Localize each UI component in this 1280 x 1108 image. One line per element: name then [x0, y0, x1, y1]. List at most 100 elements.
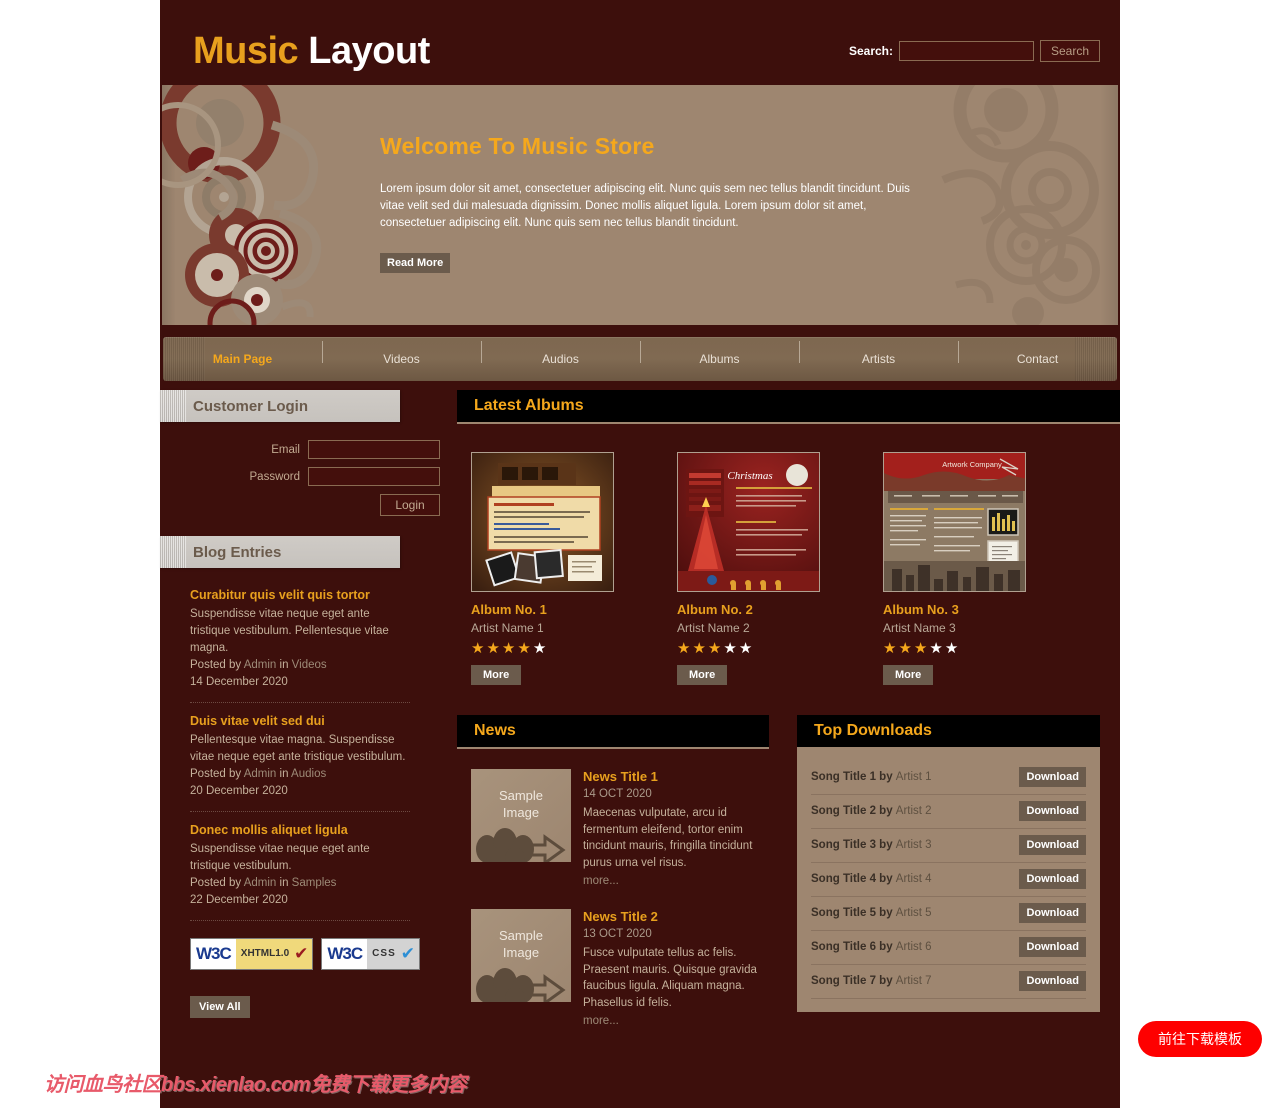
nav-item-albums[interactable]: Albums	[640, 341, 799, 366]
blog-entries-list: Curabitur quis velit quis tortor Suspend…	[160, 568, 410, 921]
download-title: Song Title 3 by Artist 3	[811, 839, 932, 851]
album-name[interactable]: Album No. 2	[677, 602, 820, 617]
blog-entry-desc: Suspendisse vitae neque eget ante tristi…	[190, 608, 389, 654]
page-root: Music Layout Search: Search Welcome To M…	[0, 0, 1280, 1108]
news-thumbnail[interactable]: Sample Image	[471, 769, 571, 862]
nav-item-audios[interactable]: Audios	[481, 341, 640, 366]
blog-entry-date: 14 December 2020	[190, 676, 288, 688]
news-title[interactable]: News Title 2	[583, 909, 769, 924]
album-name[interactable]: Album No. 3	[883, 602, 1026, 617]
download-button[interactable]: Download	[1019, 971, 1086, 991]
rating-stars: ★★★★★	[677, 641, 820, 656]
star-icon: ★	[692, 640, 708, 657]
in-word: in	[276, 659, 292, 671]
read-more-button[interactable]: Read More	[380, 253, 451, 273]
album-more-button[interactable]: More	[677, 665, 728, 685]
main-navigation: Main Page Videos Audios Albums Artists C…	[163, 337, 1117, 381]
blog-entry-category[interactable]: Audios	[291, 768, 326, 780]
news-thumb-line1: Sample	[498, 928, 544, 943]
download-button[interactable]: Download	[1019, 801, 1086, 821]
login-button[interactable]: Login	[380, 494, 440, 516]
news-thumbnail[interactable]: Sample Image	[471, 909, 571, 1002]
news-date: 14 OCT 2020	[583, 788, 652, 800]
news-more-link[interactable]: more...	[583, 875, 619, 887]
song-title: Song Title 6	[811, 941, 876, 953]
news-thumb-line2: Image	[502, 805, 540, 820]
nav-item-artists[interactable]: Artists	[799, 341, 958, 366]
nav-item-contact[interactable]: Contact	[958, 341, 1117, 366]
blog-entry-category[interactable]: Videos	[292, 659, 327, 671]
lower-content-row: News Sample Image News Title 1 14 OCT 20…	[457, 685, 1120, 1029]
top-downloads-heading: Top Downloads	[797, 715, 1100, 749]
download-template-cta-button[interactable]: 前往下载模板	[1138, 1021, 1262, 1057]
download-button[interactable]: Download	[1019, 835, 1086, 855]
table-row: Song Title 5 by Artist 5 Download	[811, 897, 1086, 931]
search-box: Search: Search	[849, 40, 1100, 62]
by-word: by	[875, 805, 896, 817]
blog-entry-title[interactable]: Duis vitae velit sed dui	[190, 714, 410, 728]
star-icon: ★	[471, 640, 487, 657]
email-row: Email	[160, 440, 440, 459]
w3c-xhtml-badge-icon[interactable]: W3C XHTML 1.0 ✔	[190, 938, 314, 970]
site-header: Music Layout Search: Search	[160, 0, 1120, 85]
blog-entry-author[interactable]: Admin	[244, 659, 277, 671]
song-title: Song Title 2	[811, 805, 876, 817]
nav-item-videos[interactable]: Videos	[322, 341, 481, 366]
album-artist: Artist Name 1	[471, 621, 544, 635]
w3c-css-badge-icon[interactable]: W3C CSS ✔	[321, 938, 420, 970]
table-row: Song Title 7 by Artist 7 Download	[811, 965, 1086, 999]
download-title: Song Title 6 by Artist 6	[811, 941, 932, 953]
album-more-button[interactable]: More	[471, 665, 522, 685]
blog-entry-meta: Posted by Admin in Audios	[190, 766, 410, 783]
posted-by-prefix: Posted by	[190, 768, 244, 780]
by-word: by	[875, 941, 896, 953]
blog-entry-desc: Pellentesque vitae magna. Suspendisse vi…	[190, 734, 406, 763]
album-thumbnail[interactable]: Artwork Company	[883, 452, 1026, 592]
album-thumbnail[interactable]	[471, 452, 614, 592]
download-button[interactable]: Download	[1019, 767, 1086, 787]
artist-name: Artist 6	[895, 941, 932, 953]
download-button[interactable]: Download	[1019, 903, 1086, 923]
blog-entry-title[interactable]: Curabitur quis velit quis tortor	[190, 588, 410, 602]
song-title: Song Title 4	[811, 873, 876, 885]
download-title: Song Title 7 by Artist 7	[811, 975, 932, 987]
email-field[interactable]	[308, 440, 440, 459]
album-thumbnail[interactable]: Christmas	[677, 452, 820, 592]
list-item: Donec mollis aliquet ligula Suspendisse …	[190, 823, 410, 921]
star-icon: ★	[486, 640, 502, 657]
check-icon: ✔	[294, 939, 313, 969]
site-logo[interactable]: Music Layout	[193, 30, 430, 73]
news-title[interactable]: News Title 1	[583, 769, 769, 784]
song-title: Song Title 5	[811, 907, 876, 919]
news-body: News Title 1 14 OCT 2020 Maecenas vulput…	[583, 769, 769, 889]
view-all-button[interactable]: View All	[190, 996, 250, 1018]
banner-text: Lorem ipsum dolor sit amet, consectetuer…	[380, 183, 910, 229]
download-button[interactable]: Download	[1019, 869, 1086, 889]
download-button[interactable]: Download	[1019, 937, 1086, 957]
search-input[interactable]	[899, 41, 1034, 61]
posted-by-prefix: Posted by	[190, 877, 244, 889]
star-icon: ★	[723, 640, 739, 657]
nav-item-main-page[interactable]: Main Page	[163, 352, 322, 366]
rating-stars: ★★★★★	[883, 641, 1026, 656]
blog-entry-title[interactable]: Donec mollis aliquet ligula	[190, 823, 410, 837]
artist-name: Artist 5	[895, 907, 932, 919]
by-word: by	[875, 839, 896, 851]
album-more-button[interactable]: More	[883, 665, 934, 685]
download-title: Song Title 2 by Artist 2	[811, 805, 932, 817]
star-icon: ★	[898, 640, 914, 657]
xhtml-badge-line1: XHTML	[240, 948, 276, 959]
album-card: Album No. 1 Artist Name 1 ★★★★★ More	[471, 452, 614, 685]
banner-title: Welcome To Music Store	[380, 133, 655, 159]
blog-entry-meta: Posted by Admin in Videos	[190, 657, 410, 674]
star-icon: ★	[883, 640, 899, 657]
password-field[interactable]	[308, 467, 440, 486]
blog-entry-category[interactable]: Samples	[292, 877, 337, 889]
album-name[interactable]: Album No. 1	[471, 602, 614, 617]
blog-entry-author[interactable]: Admin	[244, 877, 277, 889]
blog-entry-author[interactable]: Admin	[244, 768, 277, 780]
customer-login-heading: Customer Login	[160, 390, 400, 422]
search-button[interactable]: Search	[1040, 40, 1100, 62]
news-more-link[interactable]: more...	[583, 1015, 619, 1027]
banner-circles-left-decoration	[162, 85, 372, 325]
